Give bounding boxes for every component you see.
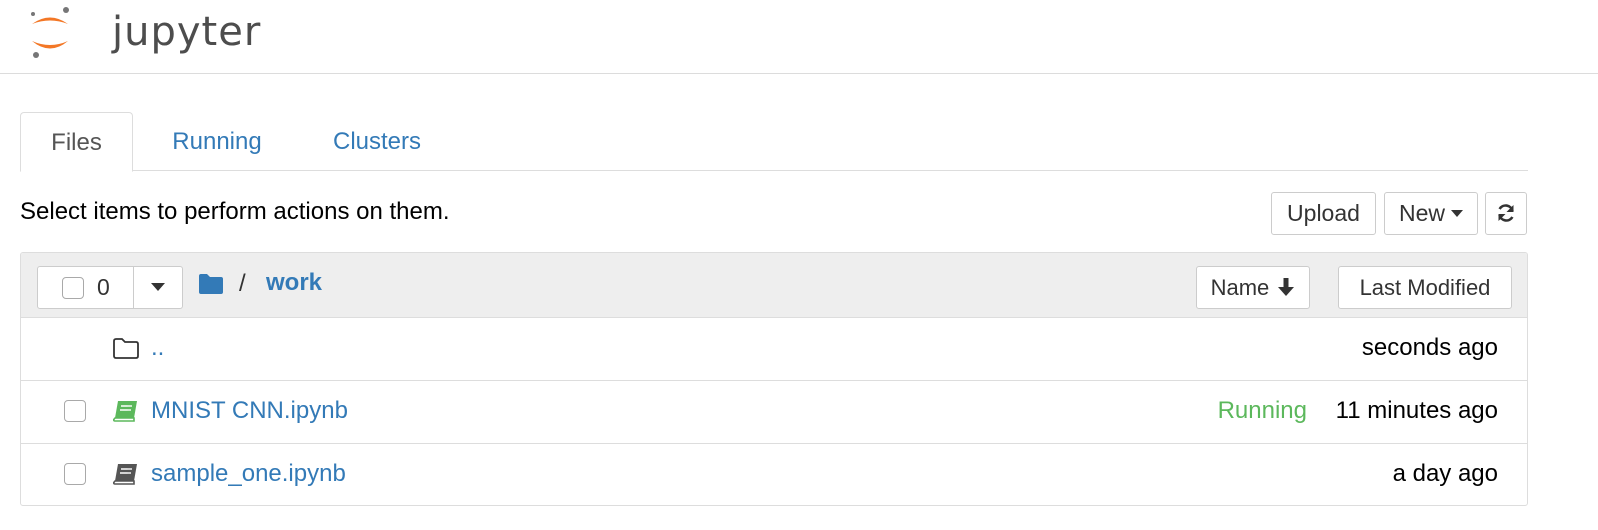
book-icon bbox=[112, 401, 137, 422]
header: jupyter bbox=[0, 0, 1598, 74]
row-checkbox[interactable] bbox=[64, 463, 86, 485]
new-button-label: New bbox=[1398, 200, 1445, 226]
jupyter-logo-icon bbox=[31, 7, 69, 58]
select-dropdown-caret-icon[interactable] bbox=[151, 283, 165, 291]
sort-by-name-button[interactable]: Name bbox=[1196, 266, 1310, 309]
list-item[interactable]: .. seconds ago bbox=[21, 318, 1527, 381]
running-status: Running bbox=[1217, 397, 1307, 424]
file-list: 0 / work Name Last Modified .. seconds a… bbox=[20, 252, 1528, 506]
new-button[interactable]: New bbox=[1384, 192, 1478, 235]
book-icon bbox=[112, 464, 137, 485]
file-name[interactable]: sample_one.ipynb bbox=[151, 458, 346, 490]
instructions-text: Select items to perform actions on them. bbox=[20, 198, 450, 225]
sort-name-label: Name bbox=[1210, 275, 1270, 300]
select-all-group[interactable]: 0 bbox=[37, 266, 183, 309]
refresh-icon bbox=[1498, 204, 1514, 222]
arrow-down-icon bbox=[1278, 278, 1295, 297]
tab-bar: Files Running Clusters bbox=[20, 112, 1528, 172]
file-name[interactable]: .. bbox=[151, 332, 164, 364]
jupyter-logo[interactable]: jupyter bbox=[28, 4, 260, 64]
breadcrumb-work[interactable]: work bbox=[266, 268, 322, 298]
caret-down-icon bbox=[1451, 209, 1463, 217]
folder-outline-icon bbox=[113, 338, 139, 359]
selected-count: 0 bbox=[97, 274, 110, 300]
file-list-header: 0 / work Name Last Modified bbox=[21, 253, 1527, 318]
tab-running[interactable]: Running bbox=[154, 112, 280, 171]
sort-by-last-modified-button[interactable]: Last Modified bbox=[1338, 266, 1512, 309]
last-modified: seconds ago bbox=[1361, 334, 1498, 361]
row-checkbox[interactable] bbox=[64, 400, 86, 422]
list-item[interactable]: MNIST CNN.ipynb Running 11 minutes ago bbox=[21, 381, 1527, 444]
logo-wordmark: jupyter bbox=[112, 9, 262, 55]
refresh-button[interactable] bbox=[1485, 192, 1527, 235]
select-all-checkbox[interactable] bbox=[62, 277, 84, 299]
tab-files[interactable]: Files bbox=[20, 112, 133, 172]
divider bbox=[133, 267, 134, 308]
file-name[interactable]: MNIST CNN.ipynb bbox=[151, 395, 348, 427]
breadcrumb-separator: / bbox=[239, 270, 246, 297]
last-modified: a day ago bbox=[1392, 460, 1498, 487]
folder-icon[interactable] bbox=[198, 273, 224, 295]
last-modified: 11 minutes ago bbox=[1335, 397, 1498, 424]
upload-button[interactable]: Upload bbox=[1271, 192, 1376, 235]
list-item[interactable]: sample_one.ipynb a day ago bbox=[21, 444, 1527, 505]
tab-clusters[interactable]: Clusters bbox=[310, 112, 444, 171]
